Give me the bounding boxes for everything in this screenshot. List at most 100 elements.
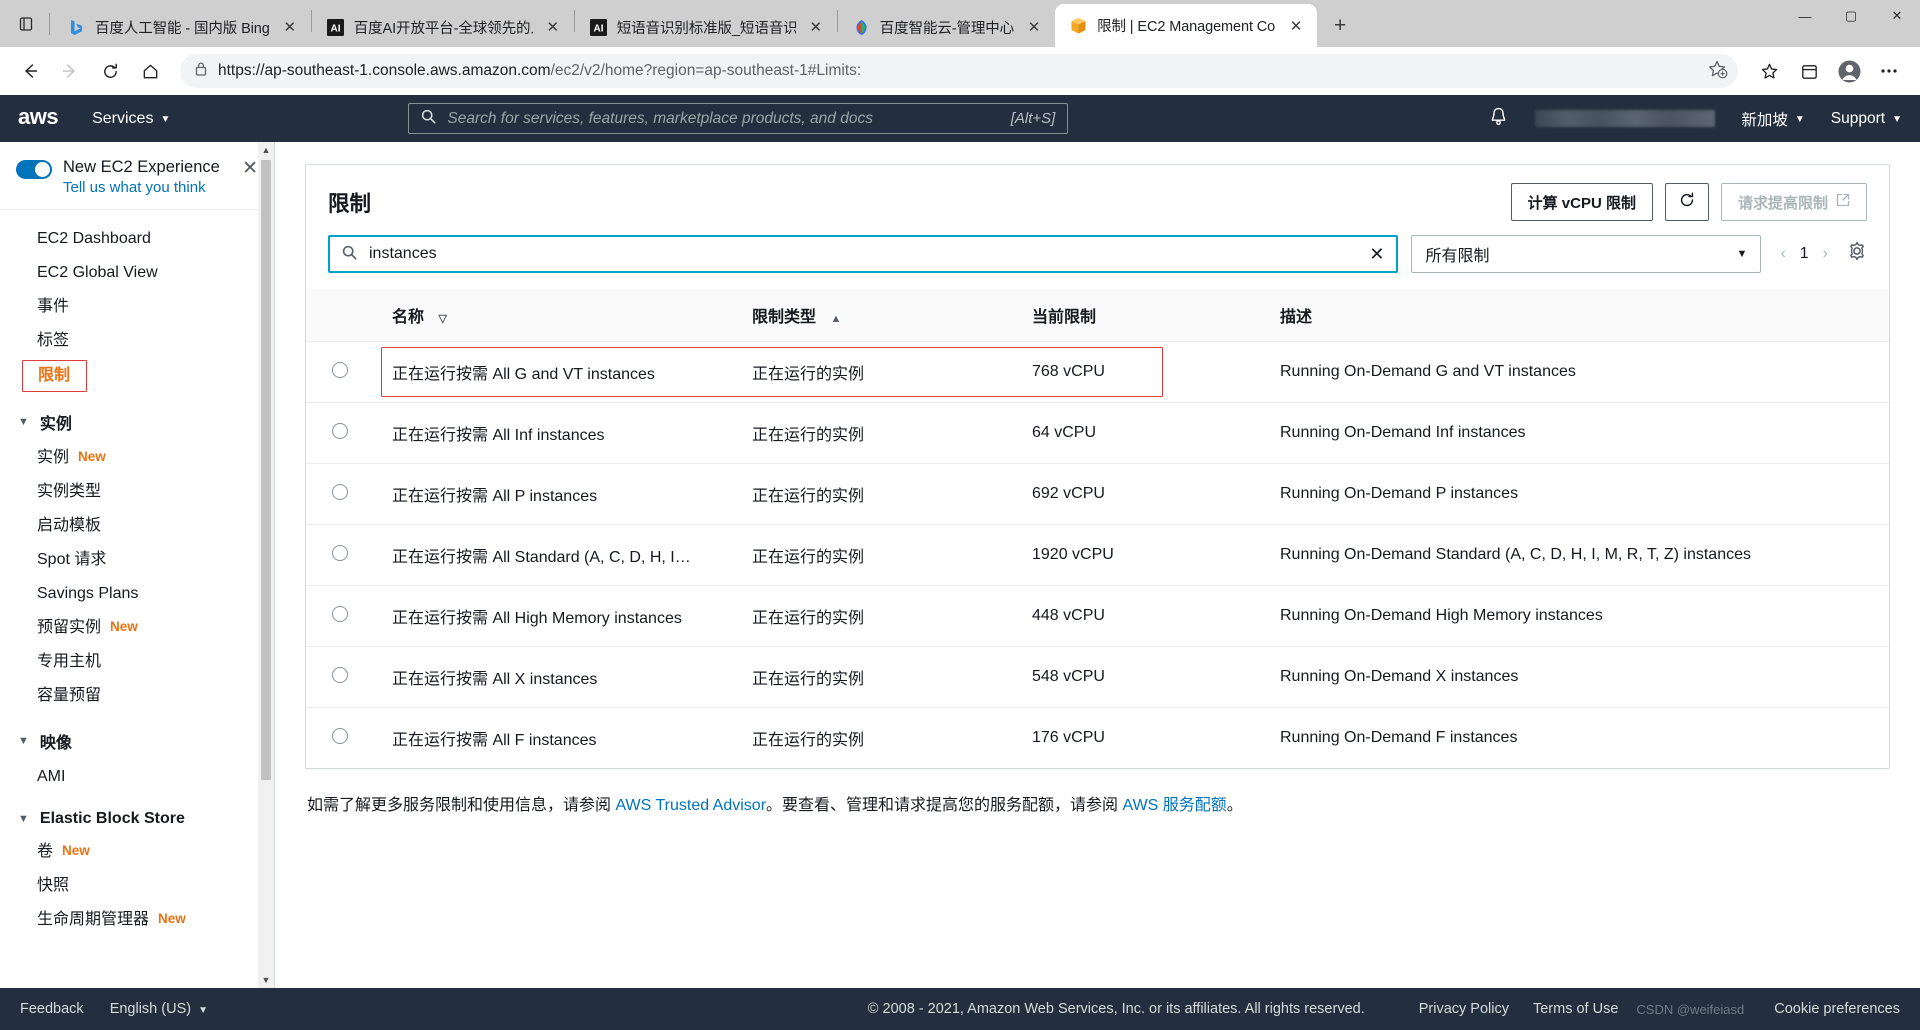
row-radio-button[interactable] xyxy=(332,727,348,744)
service-quotas-link[interactable]: AWS 服务配额 xyxy=(1122,797,1226,814)
row-radio-button[interactable] xyxy=(332,666,348,683)
table-row[interactable]: 正在运行按需 All High Memory instances 正在运行的实例… xyxy=(306,585,1889,647)
feedback-link[interactable]: Tell us what you think xyxy=(63,179,227,196)
sidebar-item-snapshots[interactable]: 快照 xyxy=(0,869,274,903)
region-selector[interactable]: 新加坡 ▼ xyxy=(1741,108,1804,130)
table-row[interactable]: 正在运行按需 All G and VT instances 正在运行的实例 76… xyxy=(306,341,1889,403)
sidebar-scrollbar[interactable]: ▲ ▼ xyxy=(258,142,274,988)
sidebar-item-tags[interactable]: 标签 xyxy=(0,324,274,358)
language-selector[interactable]: English (US) ▼ xyxy=(110,1001,208,1017)
row-radio-button[interactable] xyxy=(332,544,348,561)
row-radio-button[interactable] xyxy=(332,361,348,378)
sidebar-item-lifecycle-manager[interactable]: 生命周期管理器 New xyxy=(0,903,274,937)
privacy-policy-link[interactable]: Privacy Policy xyxy=(1419,1001,1509,1017)
feedback-button[interactable]: Feedback xyxy=(20,1001,84,1017)
tab-close-icon[interactable]: ✕ xyxy=(1285,15,1307,37)
column-header-description[interactable]: 描述 xyxy=(1280,289,1889,342)
collections-icon[interactable] xyxy=(1790,53,1828,89)
account-name-blurred[interactable] xyxy=(1535,110,1716,127)
services-menu[interactable]: Services ▼ xyxy=(92,110,170,128)
add-favorite-icon[interactable] xyxy=(1706,58,1728,85)
forward-button[interactable] xyxy=(52,53,88,89)
sidebar-item-instances[interactable]: 实例 New xyxy=(0,441,274,475)
tab-close-icon[interactable]: ✕ xyxy=(805,16,827,38)
new-tab-button[interactable]: + xyxy=(1323,9,1357,43)
limit-type-filter-dropdown[interactable]: 所有限制 ▼ xyxy=(1411,235,1762,273)
scroll-up-arrow-icon[interactable]: ▲ xyxy=(262,142,271,158)
row-radio-button[interactable] xyxy=(332,422,348,439)
sidebar-item-launch-templates[interactable]: 启动模板 xyxy=(0,509,274,543)
row-radio-cell[interactable] xyxy=(306,646,372,708)
tab-search-icon[interactable] xyxy=(6,4,46,44)
browser-tab-2[interactable]: AI 短语音识别标准版_短语音识别-百 ✕ xyxy=(575,7,837,47)
tab-close-icon[interactable]: ✕ xyxy=(1023,16,1045,38)
window-close-button[interactable]: ✕ xyxy=(1874,0,1920,32)
reload-button[interactable] xyxy=(92,53,128,89)
row-radio-cell[interactable] xyxy=(306,585,372,647)
global-search-input[interactable] xyxy=(447,109,1000,128)
row-radio-cell[interactable] xyxy=(306,402,372,464)
column-header-name[interactable]: 名称 ▽ xyxy=(372,289,752,342)
cookie-preferences-link[interactable]: Cookie preferences xyxy=(1774,1001,1900,1017)
sidebar-item-ec2-dashboard[interactable]: EC2 Dashboard xyxy=(0,222,274,256)
aws-logo[interactable]: aws xyxy=(18,104,59,130)
sidebar-item-limits[interactable]: 限制 xyxy=(22,359,88,392)
limits-search-input[interactable] xyxy=(369,245,1358,263)
profile-avatar-icon[interactable] xyxy=(1830,53,1868,89)
row-radio-cell[interactable] xyxy=(306,463,372,525)
tab-close-icon[interactable]: ✕ xyxy=(279,16,301,38)
sidebar-item-volumes[interactable]: 卷 New xyxy=(0,835,274,869)
previous-page-button[interactable]: ‹ xyxy=(1780,245,1785,263)
sidebar-item-savings-plans[interactable]: Savings Plans xyxy=(0,577,274,611)
browser-tab-0[interactable]: 百度人工智能 - 国内版 Bing ✕ xyxy=(53,7,311,47)
row-radio-button[interactable] xyxy=(332,605,348,622)
sidebar-item-spot-requests[interactable]: Spot 请求 xyxy=(0,543,274,577)
trusted-advisor-link[interactable]: AWS Trusted Advisor xyxy=(615,797,766,814)
support-menu[interactable]: Support ▼ xyxy=(1831,110,1902,128)
gear-icon[interactable] xyxy=(1841,241,1867,267)
refresh-button[interactable] xyxy=(1664,183,1709,221)
sidebar-item-events[interactable]: 事件 xyxy=(0,290,274,324)
bell-icon[interactable] xyxy=(1488,105,1509,132)
column-header-limit-type[interactable]: 限制类型 ▲ xyxy=(752,289,1032,342)
table-row[interactable]: 正在运行按需 All Inf instances 正在运行的实例 64 vCPU… xyxy=(306,402,1889,464)
scroll-down-arrow-icon[interactable]: ▼ xyxy=(262,972,271,988)
row-radio-cell[interactable] xyxy=(306,708,372,769)
favorites-icon[interactable] xyxy=(1750,53,1788,89)
sidebar-group-images[interactable]: ▼ 映像 xyxy=(0,713,274,760)
row-radio-cell[interactable] xyxy=(306,524,372,586)
window-maximize-button[interactable]: ▢ xyxy=(1828,0,1874,32)
scrollbar-thumb[interactable] xyxy=(261,160,271,780)
home-button[interactable] xyxy=(132,53,168,89)
url-bar[interactable]: https://ap-southeast-1.console.aws.amazo… xyxy=(180,54,1738,88)
tab-close-icon[interactable]: ✕ xyxy=(542,16,564,38)
sidebar-item-capacity-reservations[interactable]: 容量预留 xyxy=(0,679,274,713)
browser-tab-4-active[interactable]: 限制 | EC2 Management Console ✕ xyxy=(1055,4,1318,47)
sidebar-item-reserved-instances[interactable]: 预留实例 New xyxy=(0,611,274,645)
limits-search-box[interactable]: ✕ xyxy=(328,235,1399,273)
browser-tab-3[interactable]: 百度智能云-管理中心 ✕ xyxy=(838,7,1055,47)
request-limit-increase-button[interactable]: 请求提高限制 xyxy=(1720,183,1867,221)
clear-search-icon[interactable]: ✕ xyxy=(1369,244,1384,265)
global-search-box[interactable]: [Alt+S] xyxy=(408,103,1069,134)
terms-of-use-link[interactable]: Terms of Use xyxy=(1533,1001,1618,1017)
sidebar-group-instances[interactable]: ▼ 实例 xyxy=(0,394,274,441)
table-row[interactable]: 正在运行按需 All X instances 正在运行的实例 548 vCPU … xyxy=(306,646,1889,708)
browser-tab-1[interactable]: AI 百度AI开放平台-全球领先的人工 ✕ xyxy=(312,7,574,47)
column-header-current-limit[interactable]: 当前限制 xyxy=(1032,289,1280,342)
next-page-button[interactable]: › xyxy=(1823,245,1828,263)
sidebar-group-elastic-block-store[interactable]: ▼ Elastic Block Store xyxy=(0,794,274,835)
sidebar-item-instance-types[interactable]: 实例类型 xyxy=(0,475,274,509)
sidebar-item-dedicated-hosts[interactable]: 专用主机 xyxy=(0,645,274,679)
row-radio-button[interactable] xyxy=(332,483,348,500)
row-radio-cell[interactable] xyxy=(306,341,372,403)
compute-vcpu-limits-button[interactable]: 计算 vCPU 限制 xyxy=(1510,183,1653,221)
sidebar-item-ami[interactable]: AMI xyxy=(0,760,274,794)
table-row[interactable]: 正在运行按需 All F instances 正在运行的实例 176 vCPU … xyxy=(306,708,1889,769)
sidebar-item-ec2-global-view[interactable]: EC2 Global View xyxy=(0,256,274,290)
window-minimize-button[interactable]: — xyxy=(1782,0,1828,32)
back-button[interactable] xyxy=(12,53,48,89)
table-row[interactable]: 正在运行按需 All P instances 正在运行的实例 692 vCPU … xyxy=(306,463,1889,525)
table-row[interactable]: 正在运行按需 All Standard (A, C, D, H, I… 正在运行… xyxy=(306,524,1889,586)
new-experience-toggle[interactable] xyxy=(16,160,52,179)
